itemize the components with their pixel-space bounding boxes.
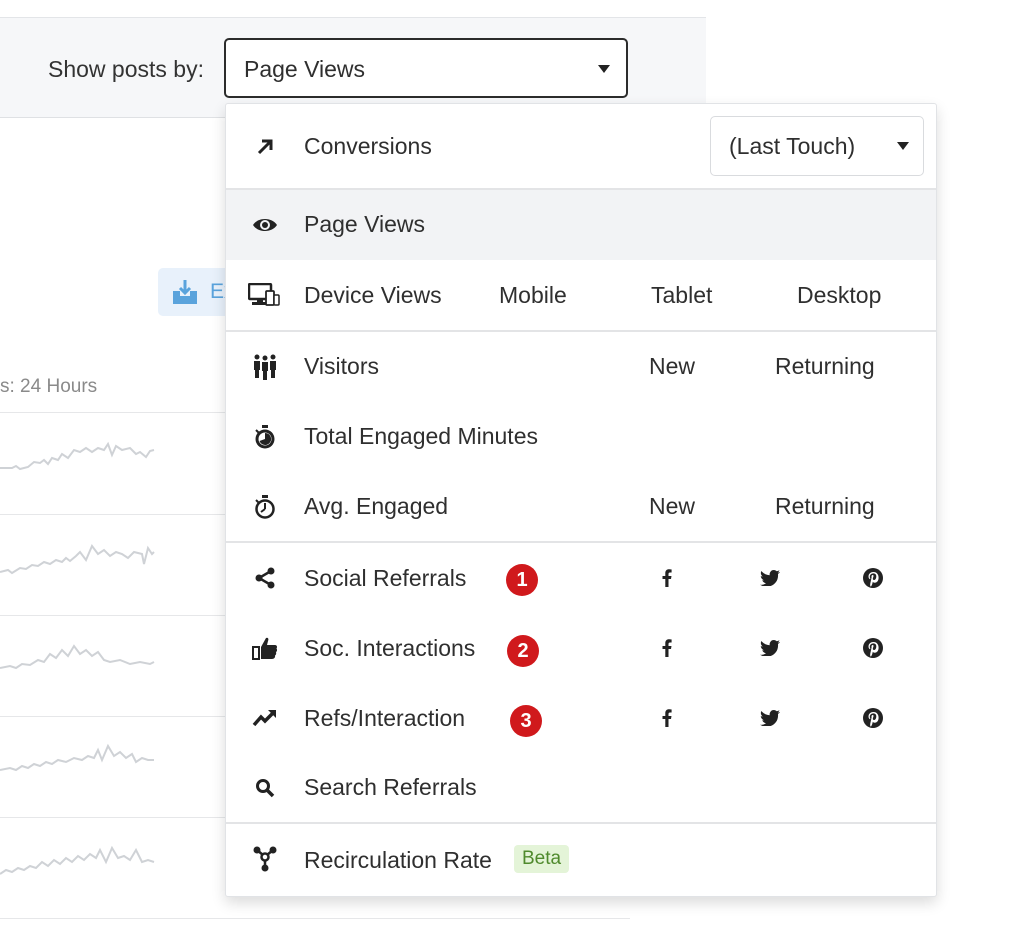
option-mobile[interactable]: Mobile — [499, 282, 567, 309]
menu-item-label: Soc. Interactions — [304, 635, 476, 661]
attribution-value: (Last Touch) — [729, 133, 856, 159]
thumbs-up-icon — [252, 635, 278, 661]
attribution-select[interactable]: (Last Touch) — [710, 116, 924, 176]
option-returning[interactable]: Returning — [775, 493, 875, 520]
pinterest-icon[interactable] — [861, 636, 885, 660]
download-icon — [173, 280, 197, 304]
menu-item-label: Total Engaged Minutes — [304, 423, 538, 449]
menu-item-page-views[interactable]: Page Views — [226, 190, 936, 260]
arrow-up-right-icon — [252, 134, 278, 160]
menu-item-label: Visitors — [304, 353, 379, 379]
option-new[interactable]: New — [649, 353, 695, 380]
sparkline — [0, 544, 155, 575]
menu-item-device-views[interactable]: Device Views Mobile Tablet Desktop — [226, 260, 936, 330]
menu-item-label: Search Referrals — [304, 774, 477, 800]
option-returning[interactable]: Returning — [775, 353, 875, 380]
twitter-icon[interactable] — [758, 636, 782, 660]
share-icon — [252, 565, 278, 591]
eye-icon — [252, 212, 278, 238]
menu-item-total-engaged-minutes[interactable]: Total Engaged Minutes — [226, 402, 936, 472]
pinterest-icon[interactable] — [861, 566, 885, 590]
menu-item-label: Social Referrals — [304, 565, 467, 591]
menu-item-label: Page Views — [304, 211, 426, 237]
menu-item-label: Recirculation Rate — [304, 847, 492, 873]
menu-item-conversions[interactable]: Conversions (Last Touch) — [226, 104, 936, 188]
menu-item-label: Device Views — [304, 282, 442, 308]
callout-badge: 2 — [507, 635, 539, 667]
show-posts-by-select[interactable]: Page Views — [224, 38, 628, 98]
twitter-icon[interactable] — [758, 706, 782, 730]
stopwatch-filled-icon — [252, 424, 278, 450]
callout-badge: 1 — [506, 564, 538, 596]
people-icon — [252, 354, 278, 380]
menu-item-soc-interactions[interactable]: Soc. Interactions 2 — [226, 613, 936, 683]
sparkline — [0, 845, 155, 875]
menu-item-label: Avg. Engaged — [304, 493, 449, 519]
metric-dropdown-menu: Conversions (Last Touch) Page Views Devi… — [225, 103, 937, 897]
callout-badge: 3 — [510, 705, 542, 737]
menu-item-search-referrals[interactable]: Search Referrals — [226, 753, 936, 823]
menu-item-label: Conversions — [304, 133, 432, 159]
twitter-icon[interactable] — [758, 566, 782, 590]
trending-up-icon — [252, 705, 278, 731]
menu-item-avg-engaged[interactable]: Avg. Engaged New Returning — [226, 472, 936, 542]
menu-item-recirculation-rate[interactable]: Recirculation Rate Beta — [226, 824, 936, 896]
option-desktop[interactable]: Desktop — [797, 282, 881, 309]
menu-item-refs-interaction[interactable]: Refs/Interaction 3 — [226, 683, 936, 753]
time-range-label: s: 24 Hours — [0, 376, 98, 397]
sparkline — [0, 743, 154, 772]
facebook-icon[interactable] — [655, 706, 679, 730]
caret-down-icon — [598, 65, 610, 73]
menu-item-social-referrals[interactable]: Social Referrals 1 — [226, 543, 936, 613]
pinterest-icon[interactable] — [861, 706, 885, 730]
stopwatch-icon — [252, 494, 278, 520]
network-icon — [252, 846, 278, 872]
facebook-icon[interactable] — [655, 636, 679, 660]
sparkline — [0, 441, 155, 471]
show-posts-by-label: Show posts by: — [48, 56, 204, 82]
sparkline — [0, 644, 155, 670]
caret-down-icon — [897, 142, 909, 150]
search-icon — [252, 775, 278, 801]
selected-metric: Page Views — [244, 56, 366, 82]
row-divider — [0, 918, 630, 919]
menu-item-visitors[interactable]: Visitors New Returning — [226, 332, 936, 402]
option-new[interactable]: New — [649, 493, 695, 520]
menu-item-label: Refs/Interaction — [304, 705, 466, 731]
option-tablet[interactable]: Tablet — [651, 282, 712, 309]
beta-tag: Beta — [514, 845, 570, 873]
devices-icon — [248, 282, 280, 308]
facebook-icon[interactable] — [655, 566, 679, 590]
